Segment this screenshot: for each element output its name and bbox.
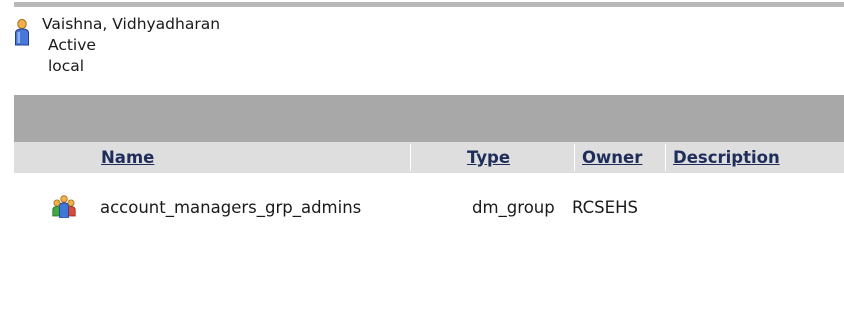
column-header-description[interactable]: Description	[673, 142, 780, 173]
user-name: Vaishna, Vidhyadharan	[42, 15, 221, 33]
column-divider	[574, 144, 575, 171]
row-name[interactable]: account_managers_grp_admins	[100, 194, 361, 222]
row-owner: RCSEHS	[572, 198, 638, 217]
column-divider	[665, 144, 666, 171]
user-icon	[15, 18, 29, 46]
user-domain: local	[48, 57, 85, 75]
table-row[interactable]: account_managers_grp_admins dm_group RCS…	[14, 194, 844, 224]
user-status: Active	[48, 36, 96, 54]
column-divider	[410, 144, 411, 171]
group-icon	[52, 195, 76, 218]
toolbar-band	[14, 95, 844, 142]
top-border	[14, 2, 844, 7]
row-type: dm_group	[472, 198, 555, 217]
table-header: Name Type Owner Description	[14, 142, 844, 173]
column-header-name[interactable]: Name	[101, 142, 154, 173]
column-header-type[interactable]: Type	[467, 142, 510, 173]
column-header-owner[interactable]: Owner	[582, 142, 642, 173]
